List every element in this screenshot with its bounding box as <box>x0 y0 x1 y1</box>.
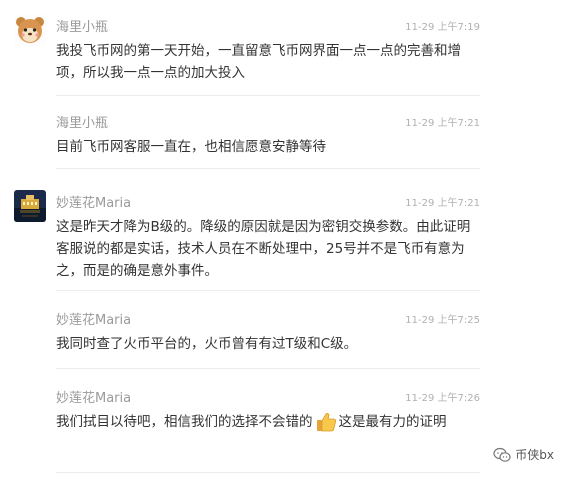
comment-author[interactable]: 妙莲花Maria <box>56 192 131 211</box>
comment-time: 11-29 上午7:21 <box>405 198 480 209</box>
comment-text: 我投飞币网的第一天开始，一直留意飞币网界面一点一点的完善和增项，所以我一点一点的… <box>56 43 461 81</box>
comment-author[interactable]: 妙莲花Maria <box>56 309 131 328</box>
comment-text-part: 我们拭目以待吧，相信我们的选择不会错的 <box>56 414 313 430</box>
comment-time: 11-29 上午7:21 <box>405 118 480 129</box>
divider <box>56 168 480 169</box>
night-building-avatar <box>14 190 46 222</box>
cartoon-bear-avatar <box>14 14 46 46</box>
comment-time: 11-29 上午7:25 <box>405 315 480 326</box>
comment-text: 我们拭目以待吧，相信我们的选择不会错的 这是最有力的证明 <box>56 411 480 433</box>
comment-author[interactable]: 海里小瓶 <box>56 16 108 35</box>
wechat-chat-icon <box>493 447 511 462</box>
comment-item: 妙莲花Maria 11-29 上午7:21 这是昨天才降为B级的。降级的原因就是… <box>0 190 564 280</box>
comment-author[interactable]: 妙莲花Maria <box>56 387 131 406</box>
watermark-label: 币侠bx <box>515 448 554 462</box>
comment-text: 目前飞币网客服一直在，也相信愿意安静等待 <box>56 139 326 155</box>
thumbs-up-icon <box>315 411 337 433</box>
comment-text-part: 这是最有力的证明 <box>338 414 447 430</box>
comment-time: 11-29 上午7:26 <box>405 393 480 404</box>
comment-item: 海里小瓶 11-29 上午7:21 目前飞币网客服一直在，也相信愿意安静等待 <box>0 110 564 160</box>
comment-item: 妙莲花Maria 11-29 上午7:25 我同时查了火币平台的，火币曾有有过T… <box>0 307 564 357</box>
comment-text: 我同时查了火币平台的，火币曾有有过T级和C级。 <box>56 336 358 352</box>
divider <box>56 472 480 473</box>
divider <box>56 95 480 96</box>
comment-text: 这是昨天才降为B级的。降级的原因就是因为密钥交换参数。由此证明客服说的都是实话，… <box>56 219 471 279</box>
divider <box>56 290 480 291</box>
avatar[interactable] <box>14 190 46 222</box>
comment-item: 妙莲花Maria 11-29 上午7:26 我们拭目以待吧，相信我们的选择不会错… <box>0 385 564 465</box>
comment-list: 海里小瓶 11-29 上午7:19 我投飞币网的第一天开始，一直留意飞币网界面一… <box>0 0 564 480</box>
comment-item: 海里小瓶 11-29 上午7:19 我投飞币网的第一天开始，一直留意飞币网界面一… <box>0 14 564 84</box>
divider <box>56 368 480 369</box>
comment-author[interactable]: 海里小瓶 <box>56 112 108 131</box>
comment-time: 11-29 上午7:19 <box>405 22 480 33</box>
watermark: 币侠bx <box>493 446 554 463</box>
avatar[interactable] <box>14 14 46 46</box>
